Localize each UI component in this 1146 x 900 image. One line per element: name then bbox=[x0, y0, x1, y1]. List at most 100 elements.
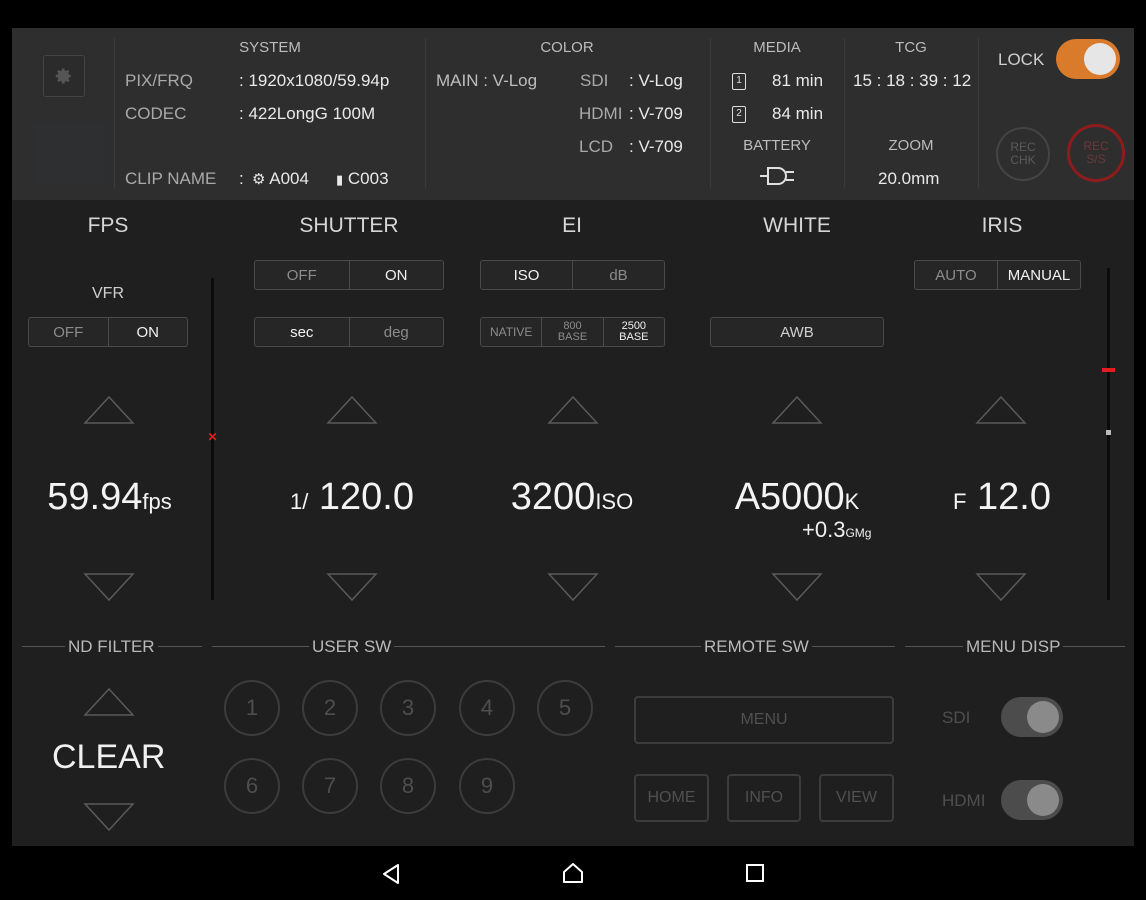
user-sw-6[interactable]: 6 bbox=[224, 758, 280, 814]
ei-up-arrow-icon[interactable] bbox=[547, 395, 599, 425]
gmg-number: +0.3 bbox=[802, 517, 846, 542]
remote-info-button[interactable]: INFO bbox=[727, 774, 801, 822]
menu-disp-sdi-toggle[interactable] bbox=[1001, 697, 1063, 737]
ei-2500-base-option[interactable]: 2500 BASE bbox=[604, 318, 664, 346]
base800-bottom: BASE bbox=[557, 331, 588, 343]
remote-sw-title: REMOTE SW bbox=[701, 637, 812, 657]
sd-card-1-icon: 1 bbox=[732, 73, 746, 91]
remote-menu-button[interactable]: MENU bbox=[634, 696, 894, 744]
vfr-label: VFR bbox=[92, 285, 124, 302]
shutter-off-option[interactable]: OFF bbox=[255, 261, 350, 289]
user-sw-title: USER SW bbox=[309, 637, 395, 657]
color-hdmi-label: HDMI bbox=[579, 104, 623, 123]
lock-toggle[interactable] bbox=[1056, 39, 1120, 79]
user-sw-7[interactable]: 7 bbox=[302, 758, 358, 814]
user-sw-8[interactable]: 8 bbox=[380, 758, 436, 814]
back-icon[interactable] bbox=[380, 863, 402, 885]
vfr-off-option[interactable]: OFF bbox=[29, 318, 109, 346]
home-icon[interactable] bbox=[561, 861, 585, 885]
color-main: MAIN : V-Log bbox=[436, 71, 538, 90]
white-title: WHITE bbox=[763, 214, 831, 237]
fps-unit: fps bbox=[142, 489, 172, 514]
media-slot2-value: 84 min bbox=[772, 104, 824, 123]
awb-button[interactable]: AWB bbox=[710, 317, 884, 347]
user-line bbox=[212, 646, 605, 647]
zoom-value: 20.0mm bbox=[878, 169, 940, 188]
ei-iso-option[interactable]: ISO bbox=[481, 261, 573, 289]
iris-manual-option[interactable]: MANUAL bbox=[998, 261, 1080, 289]
white-unit: K bbox=[844, 489, 860, 514]
power-plug-icon bbox=[760, 167, 794, 185]
user-sw-9[interactable]: 9 bbox=[459, 758, 515, 814]
white-up-arrow-icon[interactable] bbox=[771, 395, 823, 425]
remote-view-button[interactable]: VIEW bbox=[819, 774, 894, 822]
sd-card-2-icon: 2 bbox=[732, 106, 746, 124]
gear-icon bbox=[55, 68, 71, 84]
nd-down-arrow-icon[interactable] bbox=[83, 802, 135, 832]
iris-title: IRIS bbox=[981, 214, 1023, 237]
rec-ss-line2: S/S bbox=[1086, 152, 1106, 166]
shutter-up-arrow-icon[interactable] bbox=[326, 395, 378, 425]
shutter-deg-option[interactable]: deg bbox=[350, 318, 444, 346]
rec-start-stop-button[interactable]: REC S/S bbox=[1067, 124, 1125, 182]
fps-up-arrow-icon[interactable] bbox=[83, 395, 135, 425]
iris-slider-dot bbox=[1106, 430, 1111, 435]
clip-name-colon: : bbox=[239, 169, 244, 188]
white-gmg: +0.3GMg bbox=[802, 517, 871, 543]
user-sw-2[interactable]: 2 bbox=[302, 680, 358, 736]
fps-down-arrow-icon[interactable] bbox=[83, 572, 135, 602]
user-sw-4[interactable]: 4 bbox=[459, 680, 515, 736]
clip-a-value: A004 bbox=[269, 169, 309, 188]
menu-disp-hdmi-toggle[interactable] bbox=[1001, 780, 1063, 820]
shutter-value: 1/ 120.0 bbox=[267, 476, 437, 519]
clip-a: ⚙ A004 bbox=[252, 169, 309, 189]
toggle-knob bbox=[1084, 43, 1116, 75]
tcg-title: TCG bbox=[895, 39, 927, 56]
shutter-on-option[interactable]: ON bbox=[350, 261, 444, 289]
ei-unit: ISO bbox=[595, 489, 634, 514]
media-slot1-value: 81 min bbox=[772, 71, 824, 90]
ei-title: EI bbox=[562, 214, 582, 237]
iris-slider-marker[interactable] bbox=[1102, 368, 1115, 372]
shutter-sec-option[interactable]: sec bbox=[255, 318, 350, 346]
divider bbox=[978, 38, 979, 188]
pix-frq-label: PIX/FRQ bbox=[125, 71, 194, 90]
fps-value: 59.94fps bbox=[22, 476, 197, 519]
remote-home-button[interactable]: HOME bbox=[634, 774, 709, 822]
ei-native-option[interactable]: NATIVE bbox=[481, 318, 543, 346]
white-value: A5000K bbox=[712, 476, 882, 519]
media-slot1: 1 bbox=[732, 71, 746, 91]
fps-title: FPS bbox=[87, 214, 129, 237]
menu-disp-title: MENU DISP bbox=[963, 637, 1064, 657]
recents-icon[interactable] bbox=[745, 863, 765, 883]
color-sdi-value: : V-Log bbox=[629, 71, 683, 90]
white-down-arrow-icon[interactable] bbox=[771, 572, 823, 602]
nd-up-arrow-icon[interactable] bbox=[83, 687, 135, 717]
zoom-label: ZOOM bbox=[888, 137, 934, 154]
settings-shadow bbox=[34, 123, 104, 183]
ei-db-option[interactable]: dB bbox=[573, 261, 664, 289]
menu-disp-sdi-label: SDI bbox=[942, 708, 971, 727]
iris-down-arrow-icon[interactable] bbox=[975, 572, 1027, 602]
rec-check-button[interactable]: REC CHK bbox=[996, 127, 1050, 181]
shutter-onoff-switch: OFF ON bbox=[254, 260, 444, 290]
iris-auto-option[interactable]: AUTO bbox=[915, 261, 998, 289]
divider bbox=[710, 38, 711, 188]
shutter-number: 120.0 bbox=[318, 476, 414, 518]
settings-button[interactable] bbox=[43, 55, 85, 97]
shutter-down-arrow-icon[interactable] bbox=[326, 572, 378, 602]
iris-up-arrow-icon[interactable] bbox=[975, 395, 1027, 425]
fps-number: 59.94 bbox=[47, 476, 143, 518]
user-sw-3[interactable]: 3 bbox=[380, 680, 436, 736]
android-nav-bar bbox=[0, 846, 1146, 900]
ei-800-base-option[interactable]: 800 BASE bbox=[542, 318, 604, 346]
gmg-unit: GMg bbox=[845, 526, 872, 540]
color-hdmi-value: : V-709 bbox=[629, 104, 683, 123]
iris-prefix: F bbox=[953, 489, 967, 514]
vfr-on-option[interactable]: ON bbox=[109, 318, 188, 346]
shutter-title: SHUTTER bbox=[299, 214, 399, 237]
ei-down-arrow-icon[interactable] bbox=[547, 572, 599, 602]
user-sw-1[interactable]: 1 bbox=[224, 680, 280, 736]
user-sw-5[interactable]: 5 bbox=[537, 680, 593, 736]
fps-slider-marker[interactable]: ✕ bbox=[207, 431, 218, 443]
